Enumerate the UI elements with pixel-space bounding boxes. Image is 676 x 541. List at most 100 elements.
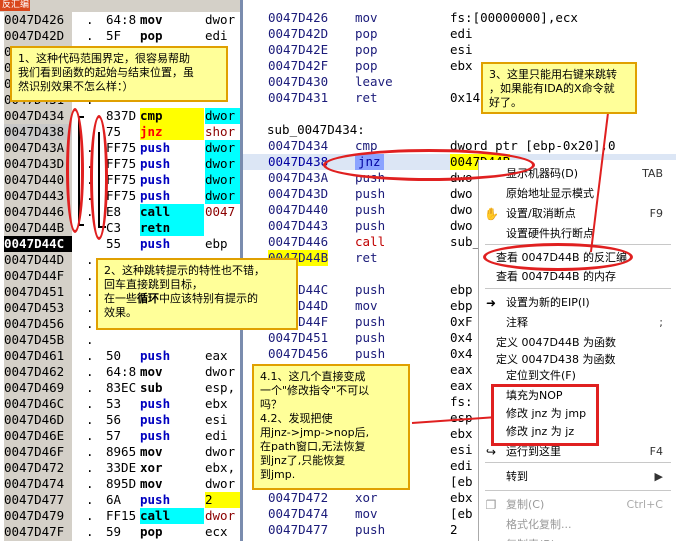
row-mnemonic: push: [140, 172, 171, 187]
menu-item[interactable]: ➜ 设置为新的EIP(I): [479, 293, 676, 313]
left-disasm-row[interactable]: 0047D438 75 jnz shor: [0, 124, 240, 140]
arrow-right-icon: ➜: [485, 296, 497, 310]
row-operand: 0x4: [450, 330, 473, 345]
row-address: 0047D477: [4, 492, 72, 508]
row-address: 0047D472: [268, 490, 329, 505]
left-disasm-row[interactable]: 0047D461. 50 push eax: [0, 348, 240, 364]
row-marker: .: [86, 348, 94, 363]
row-address: 0047D46F: [4, 444, 72, 460]
left-disasm-row[interactable]: 0047D46E. 57 push edi: [0, 428, 240, 444]
row-marker: .: [86, 12, 94, 27]
function-label: sub_0047D434:: [267, 122, 365, 137]
row-mnemonic: mov: [355, 298, 378, 313]
menu-item-shortcut: F4: [649, 445, 663, 458]
callout-2-text: 中应该特别有提示的: [159, 292, 258, 305]
callout-4-modify-instruction: 4.1、这几个直接变成 一个"修改指令"不可以 吗？ 4.2、发现把使 用jnz…: [252, 364, 410, 490]
menu-item[interactable]: 格式化复制...: [479, 515, 676, 535]
row-mnemonic: call: [140, 204, 204, 220]
run-to-icon: ↪: [485, 445, 497, 459]
left-disasm-row[interactable]: 0047D462. 64:8 mov dwor: [0, 364, 240, 380]
left-disasm-row[interactable]: 0047D46F. 8965 mov dwor: [0, 444, 240, 460]
row-address: 0047D474: [4, 476, 72, 492]
left-disasm-row[interactable]: 0047D477. 6A push 2: [0, 492, 240, 508]
row-bytes: 50: [106, 348, 122, 363]
row-operand: esi: [450, 42, 473, 57]
row-bytes: 33DE: [106, 460, 137, 475]
row-marker: .: [86, 492, 94, 507]
row-mnemonic: push: [140, 188, 171, 203]
row-marker: .: [86, 284, 94, 299]
callout-3-line: 好了。: [489, 96, 522, 109]
menu-item[interactable]: ✋ 设置/取消断点 F9: [479, 204, 676, 224]
left-disasm-row[interactable]: 0047D43A. FF75 push dwor: [0, 140, 240, 156]
row-marker: .: [86, 300, 94, 315]
window-title-tab[interactable]: 反汇编: [0, 0, 30, 11]
row-operand: eax: [450, 378, 473, 393]
menu-item[interactable]: 复制表(B): [479, 535, 676, 541]
row-address: 0047D46D: [4, 412, 72, 428]
callout-2-jump-hint: 2、这种跳转提示的特性也不错， 回车直接跳到目标， 在一些循环中应该特别有提示的…: [96, 258, 298, 330]
row-address: 0047D446: [268, 234, 329, 249]
left-disasm-row[interactable]: 0047D440. FF75 push dwor: [0, 172, 240, 188]
left-disasm-row[interactable]: 0047D47F. 59 pop ecx: [0, 524, 240, 540]
menu-item-label: 定位到文件(F): [506, 369, 576, 382]
row-address: 0047D479: [4, 508, 72, 524]
row-mnemonic: xor: [355, 490, 378, 505]
row-bytes: 53: [106, 396, 122, 411]
row-mnemonic: push: [140, 396, 171, 411]
menu-item[interactable]: 定位到文件(F): [479, 366, 676, 386]
row-bytes: 8965: [106, 444, 137, 459]
menu-item-label: 复制(C): [506, 498, 545, 511]
left-disasm-row[interactable]: 0047D43D. FF75 push dwor: [0, 156, 240, 172]
menu-item[interactable]: 转到 ▶: [479, 467, 676, 487]
right-disasm-row[interactable]: sub_0047D434:: [243, 122, 676, 138]
right-disasm-row[interactable]: 0047D42D pop edi: [243, 26, 676, 42]
row-operand: dwo: [450, 218, 473, 233]
left-disasm-row[interactable]: 0047D446. E8 call 0047: [0, 204, 240, 220]
menu-item[interactable]: 注释;: [479, 313, 676, 333]
right-disasm-row[interactable]: 0047D42E pop esi: [243, 42, 676, 58]
row-mnemonic: call: [140, 508, 204, 524]
row-bytes: 6A: [106, 492, 122, 507]
callout-4-line: 用jnz->jmp->nop后,: [260, 426, 370, 439]
left-disasm-row[interactable]: 0047D443. FF75 push dwor: [0, 188, 240, 204]
left-disasm-row[interactable]: 0047D434 837D cmp dwor: [0, 108, 240, 124]
left-disasm-row[interactable]: 0047D472. 33DE xor ebx,: [0, 460, 240, 476]
row-marker: .: [86, 524, 94, 539]
row-operand: 0x14: [450, 90, 481, 105]
row-address: 0047D443: [4, 188, 72, 204]
row-mnemonic: ret: [355, 90, 378, 105]
row-mnemonic: push: [355, 522, 386, 537]
row-mnemonic: push: [140, 156, 171, 171]
left-disasm-row[interactable]: 0047D479. FF15 call dwor: [0, 508, 240, 524]
row-marker: .: [86, 508, 94, 523]
right-disasm-row[interactable]: 0047D426 mov fs:[00000000],ecx: [243, 10, 676, 26]
menu-item[interactable]: 原始地址显示模式: [479, 184, 676, 204]
row-address: 0047D438: [4, 124, 72, 140]
left-disasm-row[interactable]: 0047D45B.: [0, 332, 240, 348]
left-disasm-row[interactable]: 0047D46D. 56 push esi: [0, 412, 240, 428]
callout-4-line: 吗？: [260, 398, 282, 411]
jump-hint-highlight-ellipse: [90, 115, 108, 240]
row-operand: esi: [450, 442, 473, 457]
left-disasm-row[interactable]: 0047D426. 64:8 mov dwor: [0, 12, 240, 28]
left-disasm-row[interactable]: 0047D474. 895D mov dwor: [0, 476, 240, 492]
menu-item[interactable]: 设置硬件执行断点: [479, 224, 676, 244]
row-operand: dwor: [205, 508, 236, 523]
left-disasm-row[interactable]: 0047D42D. 5F pop edi: [0, 28, 240, 44]
menu-item-label: 复制表(B): [506, 535, 555, 541]
left-disasm-row[interactable]: 0047D44C 55 push ebp: [0, 236, 240, 252]
menu-item[interactable]: ❐ 复制(C) Ctrl+C: [479, 495, 676, 515]
row-bytes: 55: [106, 236, 122, 251]
left-disasm-row[interactable]: 0047D469. 83EC sub esp,: [0, 380, 240, 396]
row-marker: .: [86, 444, 94, 459]
menu-item-label: 设置/取消断点: [506, 207, 576, 220]
row-operand: dwo: [450, 202, 473, 217]
row-address: 0047D43D: [4, 156, 72, 172]
row-bytes: 75: [106, 124, 122, 139]
jnz-highlight-ellipse: [323, 149, 535, 181]
row-operand: edi: [205, 28, 228, 43]
row-address: 0047D438: [268, 154, 329, 169]
left-disasm-row[interactable]: 0047D46C. 53 push ebx: [0, 396, 240, 412]
left-disasm-row[interactable]: 0047D44B C3 retn: [0, 220, 240, 236]
